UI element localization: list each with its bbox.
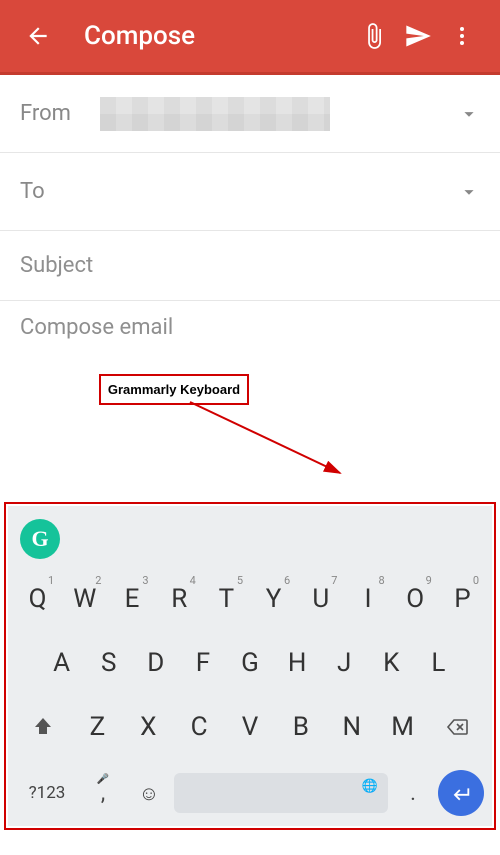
- key-p[interactable]: 0P: [439, 572, 486, 626]
- key-n[interactable]: N: [326, 700, 377, 754]
- app-header: Compose: [0, 0, 500, 75]
- annotation-label: Grammarly Keyboard: [99, 374, 249, 405]
- enter-key[interactable]: [438, 770, 484, 816]
- body-input[interactable]: Compose email: [0, 301, 500, 351]
- grammarly-badge-icon[interactable]: G: [20, 519, 60, 559]
- shift-key[interactable]: [14, 700, 72, 754]
- annotation-arrow: [180, 395, 380, 495]
- key-i[interactable]: 8I: [344, 572, 391, 626]
- subject-input[interactable]: Subject: [0, 231, 500, 301]
- key-q[interactable]: 1Q: [14, 572, 61, 626]
- key-s[interactable]: S: [85, 636, 132, 690]
- key-z[interactable]: Z: [72, 700, 123, 754]
- key-l[interactable]: L: [415, 636, 462, 690]
- symbols-key[interactable]: ?123: [16, 770, 78, 816]
- key-t[interactable]: 5T: [203, 572, 250, 626]
- key-k[interactable]: K: [368, 636, 415, 690]
- chevron-down-icon[interactable]: [450, 181, 480, 203]
- key-j[interactable]: J: [321, 636, 368, 690]
- back-icon[interactable]: [16, 23, 60, 49]
- subject-placeholder: Subject: [20, 253, 93, 278]
- key-w[interactable]: 2W: [61, 572, 108, 626]
- key-h[interactable]: H: [274, 636, 321, 690]
- key-v[interactable]: V: [225, 700, 276, 754]
- send-icon[interactable]: [396, 22, 440, 50]
- from-row[interactable]: From: [0, 75, 500, 153]
- key-f[interactable]: F: [179, 636, 226, 690]
- from-redacted: [100, 97, 330, 131]
- more-icon[interactable]: [440, 24, 484, 48]
- keyboard: G 1Q2W3E4R5T6Y7U8I9O0P ASDFGHJKL ZXCVBNM…: [8, 506, 492, 826]
- key-o[interactable]: 9O: [392, 572, 439, 626]
- keyboard-bottom-row: ?123 🎤 , ☺ 🌐 .: [8, 764, 492, 826]
- mic-icon: 🎤: [97, 774, 109, 785]
- keyboard-suggestion-bar: G: [8, 506, 492, 572]
- emoji-key[interactable]: ☺: [128, 770, 170, 816]
- body-placeholder: Compose email: [20, 315, 173, 340]
- key-y[interactable]: 6Y: [250, 572, 297, 626]
- keyboard-row-3: ZXCVBNM: [8, 700, 492, 764]
- header-title: Compose: [84, 21, 352, 51]
- keyboard-row-2: ASDFGHJKL: [8, 636, 492, 700]
- to-label: To: [20, 179, 100, 204]
- key-g[interactable]: G: [226, 636, 273, 690]
- key-m[interactable]: M: [377, 700, 428, 754]
- globe-icon: 🌐: [362, 779, 378, 794]
- from-value: [100, 97, 450, 131]
- key-a[interactable]: A: [38, 636, 85, 690]
- keyboard-highlight: G 1Q2W3E4R5T6Y7U8I9O0P ASDFGHJKL ZXCVBNM…: [4, 502, 496, 830]
- key-x[interactable]: X: [123, 700, 174, 754]
- key-e[interactable]: 3E: [108, 572, 155, 626]
- key-r[interactable]: 4R: [156, 572, 203, 626]
- to-row[interactable]: To: [0, 153, 500, 231]
- key-d[interactable]: D: [132, 636, 179, 690]
- key-c[interactable]: C: [174, 700, 225, 754]
- key-u[interactable]: 7U: [297, 572, 344, 626]
- chevron-down-icon[interactable]: [450, 103, 480, 125]
- keyboard-row-1: 1Q2W3E4R5T6Y7U8I9O0P: [8, 572, 492, 636]
- comma-key[interactable]: 🎤 ,: [82, 770, 124, 816]
- key-b[interactable]: B: [275, 700, 326, 754]
- from-label: From: [20, 101, 100, 126]
- backspace-key[interactable]: [428, 700, 486, 754]
- attach-icon[interactable]: [352, 22, 396, 50]
- space-key[interactable]: 🌐: [174, 773, 388, 813]
- period-key[interactable]: .: [392, 770, 434, 816]
